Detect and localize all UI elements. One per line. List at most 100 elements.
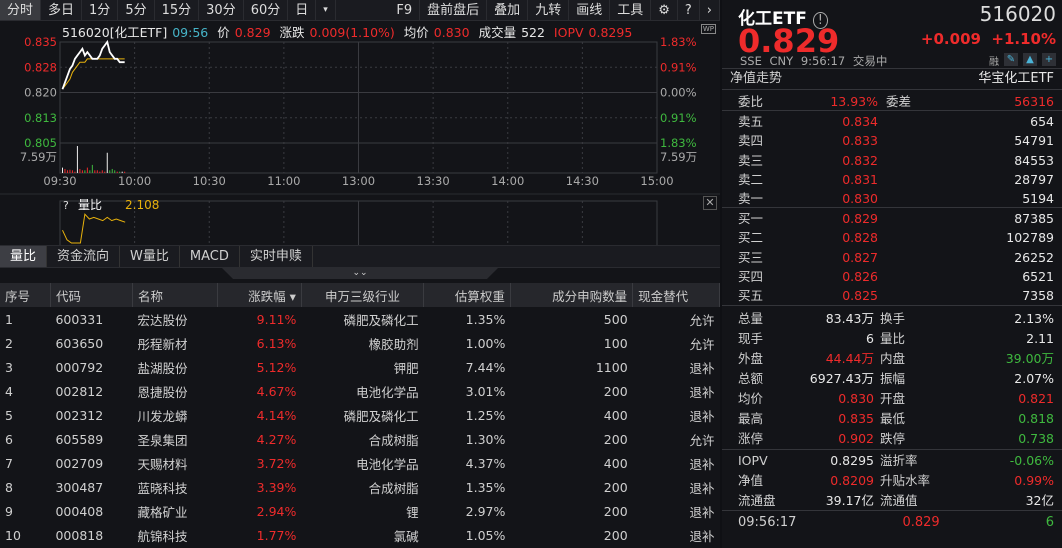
- col-industry-cell: 电池化学品: [356, 456, 419, 472]
- ask-level[interactable]: 卖五 0.834 654: [722, 112, 1062, 131]
- col-industry-cell: 橡胶助剂: [368, 336, 419, 352]
- nav-trend-link[interactable]: 净值走势: [730, 69, 782, 89]
- col-quantity-cell: 500: [603, 311, 628, 327]
- col-industry-cell: 合成树脂: [368, 432, 419, 448]
- level-volume: 6521: [1022, 268, 1054, 284]
- tab-volume-ratio[interactable]: 量比: [0, 246, 48, 267]
- ask-level[interactable]: 卖三 0.832 84553: [722, 151, 1062, 170]
- stat-value: 0.818: [1018, 411, 1054, 426]
- wp-icon[interactable]: WP: [700, 24, 716, 34]
- stat-row: 流通盘 39.17亿 流通值 32亿: [722, 491, 1062, 511]
- help-icon[interactable]: ?: [678, 0, 700, 20]
- table-row[interactable]: 3 000792 盐湖股份 5.12% 钾肥 7.44% 1100 退补: [0, 355, 720, 379]
- tab-multi-day[interactable]: 多日: [41, 0, 83, 20]
- col-industry-cell: 电池化学品: [356, 384, 419, 400]
- tab-30min[interactable]: 30分: [199, 0, 244, 20]
- quote-actions: 融 ✎ ▲ +: [989, 53, 1056, 68]
- collapse-handle[interactable]: ⌄⌄: [222, 268, 498, 279]
- order-ratio-row: 委比 13.93% 委差 56316: [722, 89, 1062, 111]
- col-weight-cell: 3.01%: [465, 383, 506, 399]
- level-price: 0.832: [842, 152, 878, 168]
- bid-level[interactable]: 买四 0.826 6521: [722, 267, 1062, 286]
- col-change-cell: 5.12%: [256, 359, 297, 375]
- col-name-header[interactable]: 名称: [132, 283, 219, 307]
- col-index-header[interactable]: 序号: [0, 283, 51, 307]
- gear-icon[interactable]: ⚙: [651, 0, 678, 20]
- x-tick-label: 13:30: [417, 174, 450, 188]
- col-index-cell: 8: [5, 479, 13, 495]
- plus-icon[interactable]: +: [1042, 53, 1056, 66]
- market-status: SSE CNY 9:56:17 交易中: [740, 54, 888, 68]
- table-row[interactable]: 5 002312 川发龙蟒 4.14% 磷肥及磷化工 1.25% 400 退补: [0, 403, 720, 427]
- x-tick-label: 13:00: [342, 174, 375, 188]
- table-row[interactable]: 9 000408 藏格矿业 2.94% 锂 2.97% 200 退补: [0, 499, 720, 523]
- table-row[interactable]: 10 000818 航锦科技 1.77% 氯碱 1.05% 200 退补: [0, 523, 720, 547]
- x-tick-label: 14:30: [566, 174, 599, 188]
- col-industry-cell: 钾肥: [393, 360, 419, 376]
- bid-level[interactable]: 买二 0.828 102789: [722, 228, 1062, 247]
- col-change-header[interactable]: 涨跌幅 ▾: [217, 283, 302, 307]
- col-cash-sub-header[interactable]: 现金替代: [632, 283, 720, 307]
- close-icon[interactable]: ✕: [703, 196, 717, 210]
- col-index-cell: 4: [5, 383, 13, 399]
- stat-value: 0.830: [838, 391, 874, 406]
- stat-label: 最高: [738, 411, 764, 426]
- col-quantity-header[interactable]: 成分申购数量: [510, 283, 634, 307]
- ratio-label: 量比: [78, 198, 102, 212]
- tab-realtime-creation[interactable]: 实时申赎: [240, 246, 313, 267]
- bell-icon[interactable]: ▲: [1023, 53, 1037, 66]
- col-weight-header[interactable]: 估算权重: [423, 283, 511, 307]
- table-row[interactable]: 2 603650 彤程新材 6.13% 橡胶助剂 1.00% 100 允许: [0, 331, 720, 355]
- ratio-help-icon[interactable]: ?: [63, 199, 69, 212]
- ask-level[interactable]: 卖二 0.831 28797: [722, 170, 1062, 189]
- indicator-tabs: 量比 资金流向 W量比 MACD 实时申赎: [0, 245, 720, 268]
- edit-icon[interactable]: ✎: [1004, 53, 1018, 66]
- tab-day[interactable]: 日: [288, 0, 317, 20]
- y-tick-right: 0.00%: [660, 86, 697, 100]
- table-row[interactable]: 4 002812 恩捷股份 4.67% 电池化学品 3.01% 200 退补: [0, 379, 720, 403]
- stat-value: -0.06%: [1009, 453, 1054, 468]
- tab-60min[interactable]: 60分: [244, 0, 289, 20]
- col-index-cell: 9: [5, 503, 13, 519]
- bid-level[interactable]: 买三 0.827 26252: [722, 248, 1062, 267]
- table-row[interactable]: 1 600331 宏达股份 9.11% 磷肥及磷化工 1.35% 500 允许: [0, 307, 720, 331]
- level-label: 买五: [738, 288, 764, 304]
- stat-label: 流通盘: [738, 493, 776, 508]
- stat-value: 2.11: [1026, 331, 1054, 346]
- tab-w-volume-ratio[interactable]: W量比: [120, 246, 180, 267]
- bid-level[interactable]: 买五 0.825 7358: [722, 286, 1062, 305]
- ask-level[interactable]: 卖四 0.833 54791: [722, 131, 1062, 150]
- tools-button[interactable]: 工具: [610, 0, 652, 20]
- tab-intraday[interactable]: 分时: [0, 0, 42, 20]
- col-industry-cell: 磷肥及磷化工: [343, 312, 419, 328]
- period-dropdown-icon[interactable]: ▾: [316, 0, 336, 20]
- col-quantity-cell: 400: [603, 407, 628, 423]
- level-label: 买三: [738, 249, 764, 265]
- draw-line-button[interactable]: 画线: [569, 0, 611, 20]
- margin-badge: 融: [989, 57, 999, 68]
- ask-level[interactable]: 卖一 0.830 5194: [722, 189, 1062, 208]
- chevron-right-icon[interactable]: ›: [700, 0, 720, 20]
- weicha-value: 56316: [1014, 94, 1054, 109]
- col-industry-cell: 锂: [406, 504, 419, 520]
- f9-button[interactable]: F9: [389, 0, 421, 20]
- tab-1min[interactable]: 1分: [82, 0, 119, 20]
- overlay-button[interactable]: 叠加: [487, 0, 529, 20]
- ratio-value: 2.108: [125, 198, 159, 212]
- table-row[interactable]: 8 300487 蓝晓科技 3.39% 合成树脂 1.35% 200 退补: [0, 475, 720, 499]
- tab-fund-flow[interactable]: 资金流向: [47, 246, 121, 267]
- col-industry-header[interactable]: 申万三级行业: [301, 283, 425, 307]
- table-row[interactable]: 6 605589 圣泉集团 4.27% 合成树脂 1.30% 200 允许: [0, 427, 720, 451]
- tab-macd[interactable]: MACD: [180, 246, 240, 267]
- tab-5min[interactable]: 5分: [118, 0, 155, 20]
- col-code-header[interactable]: 代码: [50, 283, 134, 307]
- pre-post-button[interactable]: 盘前盘后: [420, 0, 488, 20]
- level-volume: 26252: [1014, 249, 1054, 265]
- col-change-cell: 4.27%: [256, 431, 297, 447]
- bid-level[interactable]: 买一 0.829 87385: [722, 209, 1062, 228]
- tab-15min[interactable]: 15分: [155, 0, 200, 20]
- y-tick-right: 0.91%: [660, 111, 697, 125]
- table-row[interactable]: 7 002709 天赐材料 3.72% 电池化学品 4.37% 400 退补: [0, 451, 720, 475]
- stat-label: 最低: [880, 411, 906, 426]
- nine-turn-button[interactable]: 九转: [528, 0, 570, 20]
